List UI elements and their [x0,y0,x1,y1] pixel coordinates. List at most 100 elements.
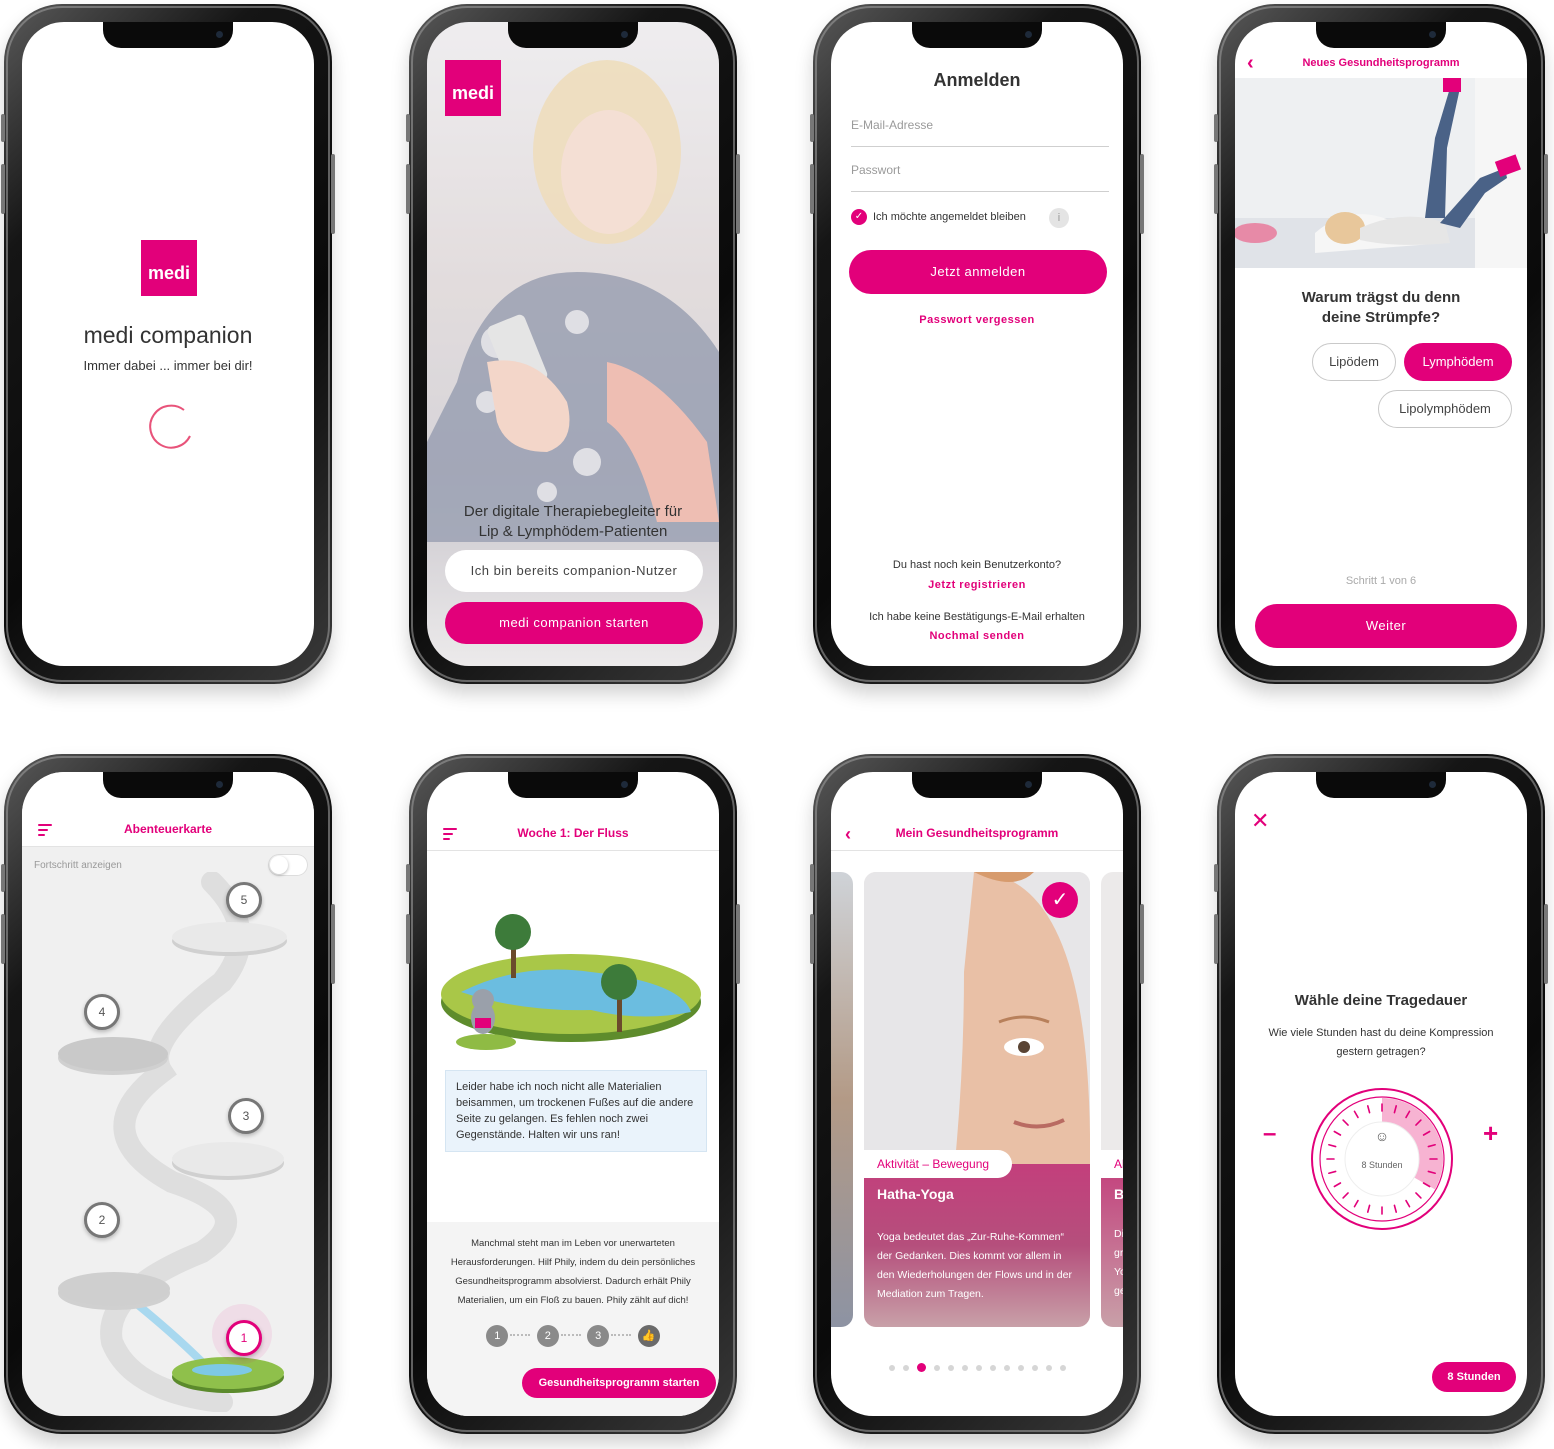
login-screen: Anmelden E-Mail-Adresse Passwort ✓ Ich m… [831,22,1123,666]
duration-dial[interactable] [1307,1084,1457,1234]
phone-welcome: medi Der digitale Therapiebegleiter für … [406,4,740,684]
duration-title: Wähle deine Tragedauer [1294,992,1468,1009]
page-dot[interactable] [933,1365,940,1371]
page-dot[interactable] [1059,1365,1066,1371]
welcome-headline: Der digitale Therapiebegleiter für Lip &… [463,503,683,540]
step-progress: 1 2 3 👍 [427,1325,719,1347]
remember-checkbox[interactable]: ✓ [851,209,867,225]
my-program-title: Mein Gesundheitsprogramm [895,826,1059,840]
week-screen: Woche 1: Der Fluss Leider habe ich noch … [427,772,719,1416]
register-link[interactable]: Jetzt registrieren [831,579,1123,591]
program-setup-screen: ‹ Neues Gesundheitsprogramm Warum trägst… [1235,22,1527,666]
phone-duration: ✕ Wähle deine Tragedauer Wie viele Stund… [1214,754,1548,1434]
password-field[interactable]: Passwort [851,163,1109,192]
option-lipoedem[interactable]: Lipödem [1312,343,1396,381]
river-island-illustration [441,914,701,1050]
duration-screen: ✕ Wähle deine Tragedauer Wie viele Stund… [1235,772,1527,1416]
phone-program-setup: ‹ Neues Gesundheitsprogramm Warum trägst… [1214,4,1548,684]
existing-user-button[interactable]: Ich bin bereits companion-Nutzer [445,550,703,592]
start-button[interactable]: medi companion starten [445,602,703,644]
step-1: 1 [486,1325,509,1347]
phone-login: Anmelden E-Mail-Adresse Passwort ✓ Ich m… [810,4,1144,684]
welcome-screen: medi Der digitale Therapiebegleiter für … [427,22,719,666]
step-indicator: Schritt 1 von 6 [1345,575,1417,587]
phone-my-program: ‹ Mein Gesundheitsprogramm ✓ Aktivität –… [810,754,1144,1434]
page-dot[interactable] [947,1365,954,1371]
medi-logo: medi [445,60,501,116]
page-dot[interactable] [975,1365,982,1371]
dial-value: 8 Stunden [1361,1160,1403,1170]
phone-splash: medi medi companion Immer dabei ... imme… [1,4,335,684]
next-card-text-line: Die [1114,1228,1123,1240]
page-dot[interactable] [989,1365,996,1371]
setup-title: Neues Gesundheitsprogramm [1302,57,1460,69]
page-dot[interactable] [961,1365,968,1371]
info-icon[interactable]: i [1049,208,1069,228]
my-program-screen: ‹ Mein Gesundheitsprogramm ✓ Aktivität –… [831,772,1123,1416]
card-category: Aktivität – Bewegung [864,1150,1012,1178]
option-lymphoedem[interactable]: Lymphödem [1404,343,1512,381]
email-field[interactable]: E-Mail-Adresse [851,118,1109,147]
plus-button[interactable]: + [1483,1118,1498,1149]
next-card-text-line: Yo [1114,1266,1123,1278]
page-dot[interactable] [1003,1365,1010,1371]
option-lipolymphoedem[interactable]: Lipolymphödem [1378,390,1512,428]
remember-label: Ich möchte angemeldet bleiben [873,211,1026,223]
forgot-password-link[interactable]: Passwort vergessen [831,314,1123,326]
map-title: Abenteuerkarte [123,822,213,836]
resend-link[interactable]: Nochmal senden [831,630,1123,642]
page-dot[interactable] [888,1365,895,1371]
start-program-button[interactable]: Gesundheitsprogramm starten [522,1368,716,1398]
email-placeholder: E-Mail-Adresse [851,118,934,132]
app-name: medi companion [83,322,253,348]
thumbs-up-icon: 👍 [637,1325,660,1347]
next-card-text-line: ges [1114,1285,1123,1297]
island-1-water [192,1364,252,1376]
loading-spinner-icon [144,402,194,457]
tagline: Immer dabei ... immer bei dir! [83,358,253,373]
login-title: Anmelden [933,70,1021,90]
step-3: 3 [587,1325,610,1347]
map-node-3[interactable]: 3 [228,1098,264,1134]
next-card[interactable]: Ak Be Die gru Yo ges [1101,872,1123,1327]
minus-button[interactable]: – [1263,1120,1276,1148]
step-2: 2 [536,1325,559,1347]
previous-card[interactable] [831,872,853,1327]
medi-logo: medi [141,240,197,296]
phone-week: Woche 1: Der Fluss Leider habe ich noch … [406,754,740,1434]
next-button[interactable]: Weiter [1255,604,1517,648]
page-dot[interactable] [1045,1365,1052,1371]
done-check-icon: ✓ [1042,882,1078,918]
map-node-5[interactable]: 5 [226,882,262,918]
island-5[interactable] [172,922,287,952]
page-dot[interactable] [902,1365,909,1371]
no-account-text: Du hast noch kein Benutzerkonto? [892,559,1062,571]
map-node-4[interactable]: 4 [84,994,120,1030]
hours-badge[interactable]: 8 Stunden [1432,1362,1516,1392]
no-email-text: Ich habe keine Bestätigungs-E-Mail erhal… [869,611,1085,623]
next-card-category: Ak [1101,1150,1123,1178]
page-dot[interactable] [1031,1365,1038,1371]
page-indicator[interactable] [831,1362,1123,1372]
adventure-map-screen: Abenteuerkarte Fortschritt anzeigen 5 4 … [22,772,314,1416]
map-node-2[interactable]: 2 [84,1202,120,1238]
card-text: Yoga bedeutet das „Zur-Ruhe-Kommen“ der … [877,1231,1072,1300]
smiley-icon: ☺ [1374,1128,1390,1144]
password-placeholder: Passwort [851,163,901,177]
card-title: Hatha-Yoga [877,1186,954,1202]
week-title: Woche 1: Der Fluss [517,826,629,840]
island-4[interactable] [58,1037,168,1071]
question-text: Warum trägst du denn deine Strümpfe? [1301,289,1461,326]
progress-label: Fortschritt anzeigen [34,860,122,871]
island-3[interactable] [172,1142,284,1176]
activity-card[interactable]: ✓ Aktivität – Bewegung Hatha-Yoga Yoga b… [864,872,1090,1327]
page-dot[interactable] [1017,1365,1024,1371]
intro-text: Manchmal steht man im Leben vor unerwart… [450,1238,696,1306]
map-node-1[interactable]: 1 [226,1320,262,1356]
page-dot[interactable] [916,1363,926,1372]
yoga-photo [1235,78,1527,268]
speech-bubble: Leider habe ich noch nicht alle Material… [445,1070,707,1152]
close-icon[interactable]: ✕ [1251,808,1269,834]
island-2[interactable] [58,1272,170,1306]
login-button[interactable]: Jetzt anmelden [849,250,1107,294]
